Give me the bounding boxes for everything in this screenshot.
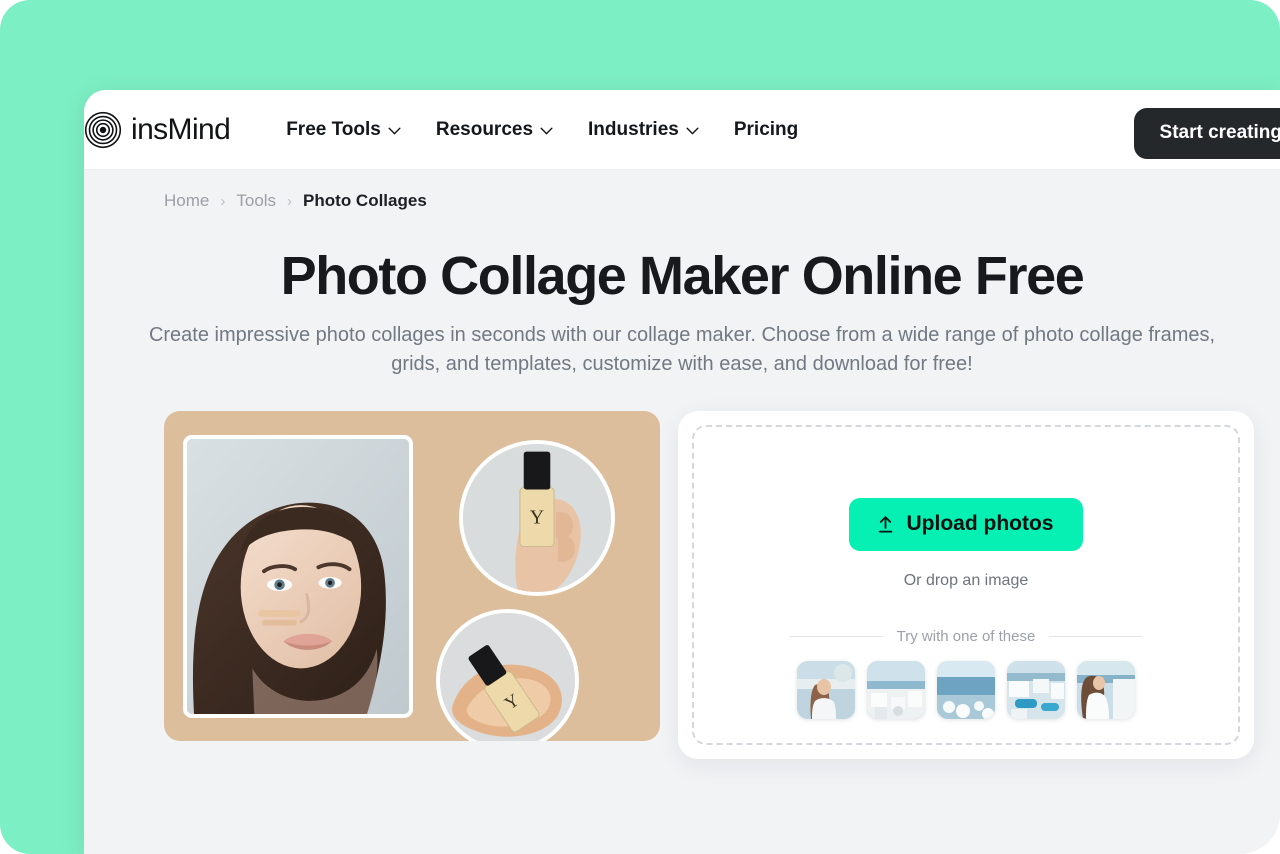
sample-thumbnail-2[interactable] — [867, 661, 925, 719]
divider-line-left — [790, 636, 883, 637]
drop-zone[interactable]: Upload photos Or drop an image Try with … — [692, 425, 1240, 745]
sample-thumbnail-4[interactable] — [1007, 661, 1065, 719]
upload-card: Upload photos Or drop an image Try with … — [678, 411, 1254, 759]
upload-arrow-icon — [875, 514, 896, 535]
upload-photos-label: Upload photos — [906, 512, 1054, 535]
breadcrumb-item-current: Photo Collages — [303, 191, 427, 210]
nav-label-resources: Resources — [435, 118, 534, 140]
upload-photos-button[interactable]: Upload photos — [848, 498, 1084, 551]
nav-item-resources[interactable]: Resources — [436, 119, 553, 141]
chevron-down-icon — [540, 119, 553, 141]
sample-thumbnail-5[interactable] — [1077, 661, 1135, 719]
nav-item-pricing[interactable]: Pricing — [734, 119, 798, 141]
breadcrumb-separator-icon: › — [287, 192, 293, 210]
breadcrumb-item-home[interactable]: Home — [164, 191, 209, 211]
page-content: Home › Tools › Photo Collages Photo Coll… — [84, 170, 1280, 853]
svg-text:Y: Y — [530, 507, 544, 529]
breadcrumb-item-tools[interactable]: Tools — [236, 191, 276, 211]
collage-product-swatch-tile: Y — [436, 609, 579, 741]
drop-hint-text: Or drop an image — [903, 572, 1029, 589]
nav-label-industries: Industries — [588, 118, 679, 140]
try-samples-label: Try with one of these — [896, 628, 1036, 645]
nav-label-pricing: Pricing — [733, 118, 799, 140]
brand-name: insMind — [131, 112, 231, 146]
collage-preview: Y Y — [164, 411, 660, 741]
chevron-down-icon — [686, 119, 699, 141]
nav-item-industries[interactable]: Industries — [588, 119, 699, 141]
page-subtitle: Create impressive photo collages in seco… — [148, 324, 1216, 375]
browser-card: insMind Free Tools Resources Industries — [84, 90, 1280, 854]
concentric-rings-logo-icon — [84, 111, 122, 149]
start-creating-button[interactable]: Start creating — [1133, 108, 1280, 159]
sample-thumbnails — [797, 661, 1135, 719]
hero-section: Y Y Upload photos Or drop an image Try w… — [84, 379, 1280, 759]
try-samples-divider: Try with one of these — [790, 628, 1142, 645]
chevron-down-icon — [388, 119, 401, 141]
collage-product-hand-tile: Y — [459, 440, 615, 596]
site-header: insMind Free Tools Resources Industries — [84, 90, 1280, 170]
collage-portrait-tile — [183, 435, 413, 718]
sample-thumbnail-3[interactable] — [937, 661, 995, 719]
page-title: Photo Collage Maker Online Free — [280, 246, 1085, 306]
sample-thumbnail-1[interactable] — [797, 661, 855, 719]
nav-item-free-tools[interactable]: Free Tools — [286, 119, 401, 141]
divider-line-right — [1049, 636, 1142, 637]
breadcrumb-separator-icon: › — [220, 192, 226, 210]
main-nav: Free Tools Resources Industries Pricing — [286, 119, 798, 141]
brand-logo[interactable]: insMind — [84, 111, 231, 149]
screenshot-root: insMind Free Tools Resources Industries — [0, 0, 1280, 854]
breadcrumb: Home › Tools › Photo Collages — [84, 170, 1280, 211]
nav-label-free-tools: Free Tools — [286, 118, 381, 140]
